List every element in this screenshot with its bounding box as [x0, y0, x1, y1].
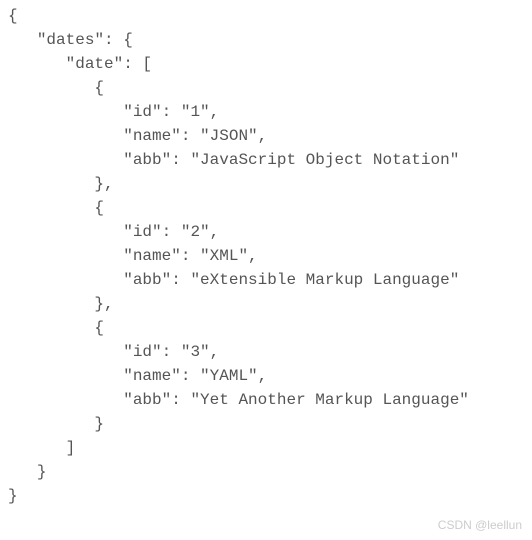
val-name-0: JSON: [210, 127, 248, 145]
key-abb-2: abb: [133, 391, 162, 409]
key-dates: dates: [46, 31, 94, 49]
key-abb-0: abb: [133, 151, 162, 169]
key-name-0: name: [133, 127, 171, 145]
key-id-2: id: [133, 343, 152, 361]
key-name-2: name: [133, 367, 171, 385]
key-date: date: [75, 55, 113, 73]
val-abb-1: eXtensible Markup Language: [200, 271, 450, 289]
val-name-2: YAML: [210, 367, 248, 385]
key-id-1: id: [133, 223, 152, 241]
watermark-text: CSDN @leellun: [438, 516, 522, 534]
val-abb-0: JavaScript Object Notation: [200, 151, 450, 169]
json-code-snippet: { "dates": { "date": [ { "id": "1", "nam…: [8, 4, 524, 508]
val-id-1: 2: [190, 223, 200, 241]
val-abb-2: Yet Another Markup Language: [200, 391, 459, 409]
val-name-1: XML: [210, 247, 239, 265]
key-id-0: id: [133, 103, 152, 121]
key-abb-1: abb: [133, 271, 162, 289]
val-id-0: 1: [190, 103, 200, 121]
key-name-1: name: [133, 247, 171, 265]
val-id-2: 3: [190, 343, 200, 361]
